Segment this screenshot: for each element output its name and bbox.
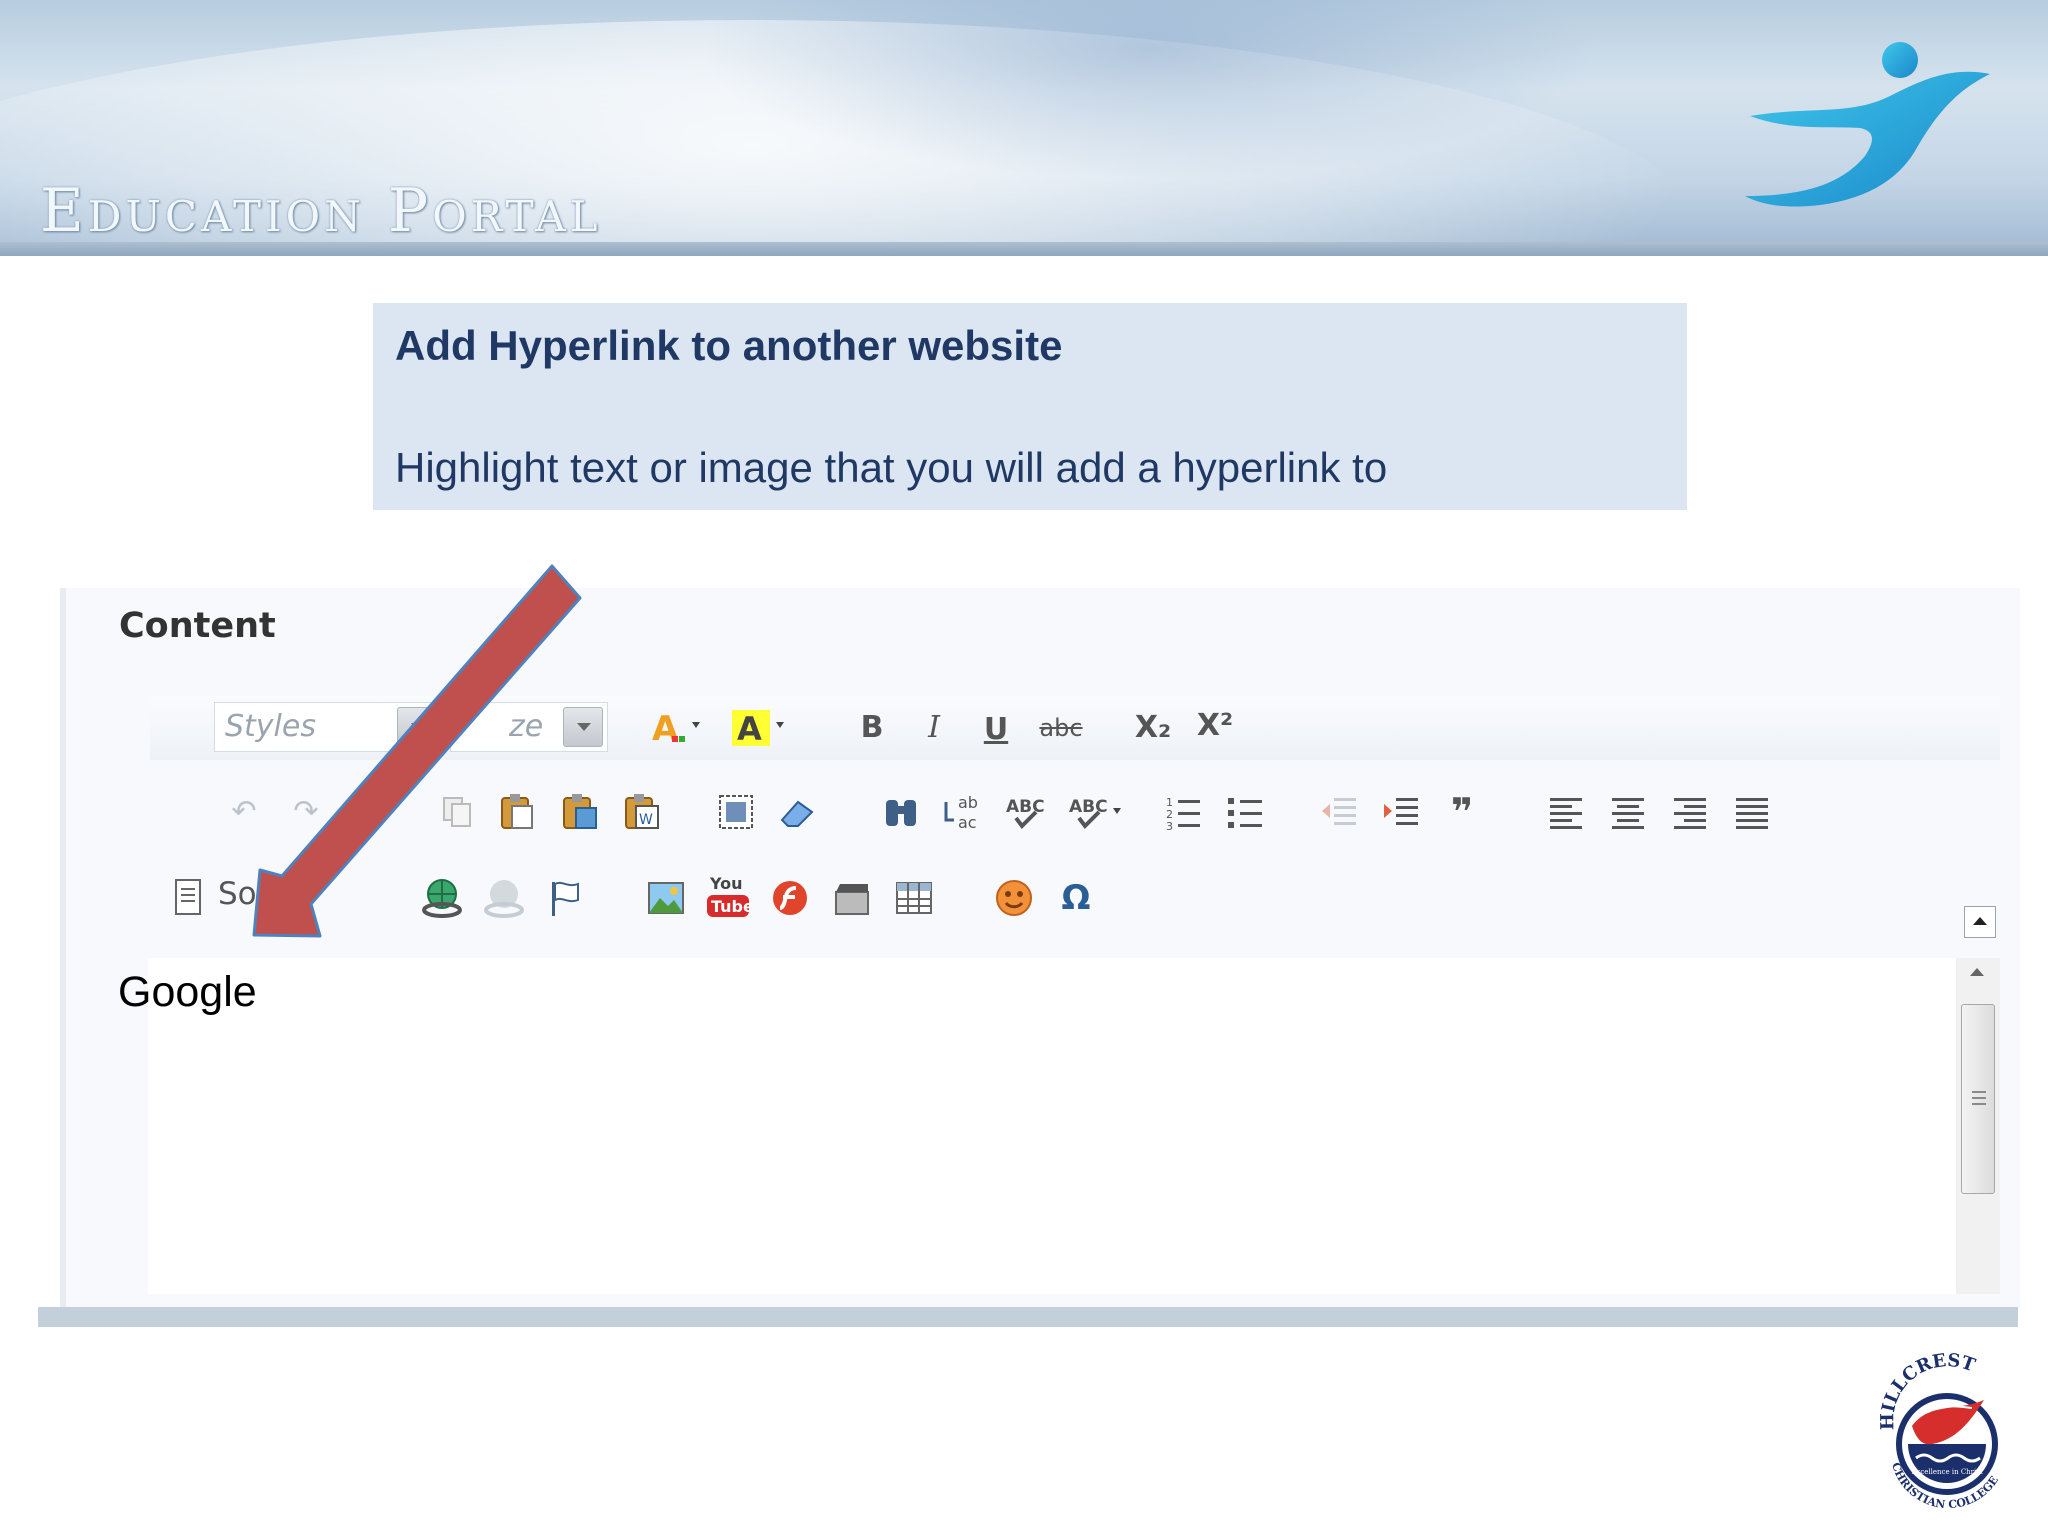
video-clapper-icon[interactable] xyxy=(830,876,874,920)
portal-figure-logo xyxy=(1745,42,1990,207)
underline-icon[interactable]: U xyxy=(974,708,1018,752)
increase-indent-icon[interactable] xyxy=(1380,790,1424,834)
editor-vertical-scrollbar[interactable] xyxy=(1956,958,2000,1294)
editor-content-area[interactable]: Google xyxy=(118,958,1958,1294)
svg-text:3: 3 xyxy=(1166,820,1173,832)
scrollbar-thumb[interactable] xyxy=(1961,1004,1995,1194)
instruction-box: Add Hyperlink to another website Highlig… xyxy=(373,303,1687,510)
svg-text:W: W xyxy=(639,812,653,828)
table-icon[interactable] xyxy=(892,876,936,920)
scrollbar-grip xyxy=(1972,1091,1986,1093)
strikethrough-icon[interactable]: abc xyxy=(1034,706,1088,750)
spellcheck-as-you-type-icon[interactable]: ABC xyxy=(1066,790,1126,834)
logo-motto: Excellence in Christ xyxy=(1911,1468,1983,1476)
select-all-icon[interactable] xyxy=(714,790,758,834)
editor-bottom-bar xyxy=(38,1307,2018,1327)
content-label: Content xyxy=(119,606,276,646)
smiley-icon[interactable] xyxy=(992,876,1036,920)
source-button-label[interactable]: So xyxy=(218,876,257,912)
toolbar-row-1: Styles ze A A B I U abc X₂ X² xyxy=(150,696,2000,760)
svg-text:ab: ab xyxy=(958,793,978,812)
superscript-icon[interactable]: X² xyxy=(1188,704,1242,748)
svg-text:A: A xyxy=(737,710,762,748)
svg-text:ABC: ABC xyxy=(1069,797,1108,817)
youtube-icon[interactable]: You Tube xyxy=(706,870,750,922)
blockquote-icon[interactable]: ❞ xyxy=(1440,790,1484,834)
rich-text-editor: Content Styles ze A A B I U abc X₂ X² ↶ … xyxy=(60,588,2020,1308)
image-icon[interactable] xyxy=(644,876,688,920)
paste-from-word-icon[interactable]: W xyxy=(620,790,664,834)
subscript-icon[interactable]: X₂ xyxy=(1126,706,1180,750)
flash-icon[interactable] xyxy=(768,876,812,920)
bold-icon[interactable]: B xyxy=(850,706,894,750)
decrease-indent-icon[interactable] xyxy=(1318,790,1362,834)
scroll-up-arrow-icon[interactable] xyxy=(1970,968,1984,976)
text-color-icon[interactable]: A xyxy=(648,706,708,750)
align-center-icon[interactable] xyxy=(1606,790,1650,834)
align-left-icon[interactable] xyxy=(1544,790,1588,834)
source-document-icon[interactable] xyxy=(166,876,210,920)
paste-icon[interactable] xyxy=(496,790,540,834)
styles-dropdown-arrow-icon[interactable] xyxy=(397,707,437,747)
paste-text-icon[interactable] xyxy=(558,790,602,834)
bulleted-list-icon[interactable] xyxy=(1224,790,1268,834)
italic-icon[interactable]: I xyxy=(912,706,956,750)
svg-text:Tube: Tube xyxy=(711,897,750,916)
size-combo[interactable]: ze xyxy=(450,702,608,752)
align-justify-icon[interactable] xyxy=(1730,790,1774,834)
instruction-body: Highlight text or image that you will ad… xyxy=(395,444,1388,491)
numbered-list-icon[interactable]: 123 xyxy=(1162,790,1206,834)
svg-text:ac: ac xyxy=(958,813,977,832)
copy-icon[interactable] xyxy=(434,790,478,834)
replace-icon[interactable]: ab ac xyxy=(942,790,986,834)
editor-content-text[interactable]: Google xyxy=(118,968,257,1017)
size-combo-label: ze xyxy=(509,709,544,744)
redo-icon[interactable]: ↷ xyxy=(284,790,328,834)
size-dropdown-arrow-icon[interactable] xyxy=(563,707,603,747)
editor-toolbar: Styles ze A A B I U abc X₂ X² ↶ ↷ W ab a… xyxy=(150,696,2000,946)
banner-title: Education Portal xyxy=(40,176,602,246)
anchor-flag-icon[interactable] xyxy=(544,876,588,920)
scrollbar-grip xyxy=(1972,1097,1986,1099)
toolbar-scroll-up-button[interactable] xyxy=(1964,906,1996,938)
instruction-title: Add Hyperlink to another website xyxy=(395,322,1063,369)
scrollbar-grip xyxy=(1972,1103,1986,1105)
header-banner: Education Portal xyxy=(0,0,2048,256)
styles-combo-label: Styles xyxy=(225,709,316,744)
undo-icon[interactable]: ↶ xyxy=(222,790,266,834)
background-color-icon[interactable]: A xyxy=(730,706,790,750)
spellcheck-icon[interactable]: ABC xyxy=(1004,790,1048,834)
find-binoculars-icon[interactable] xyxy=(880,790,924,834)
svg-text:You: You xyxy=(709,874,743,893)
special-character-omega-icon[interactable]: Ω xyxy=(1054,876,1098,920)
hillcrest-college-logo: HILLCREST CHRISTIAN COLLEGE Excellence i… xyxy=(1877,1352,2001,1511)
styles-combo[interactable]: Styles xyxy=(214,702,442,752)
unlink-icon[interactable] xyxy=(482,876,526,920)
svg-text:ABC: ABC xyxy=(1006,797,1045,817)
remove-format-eraser-icon[interactable] xyxy=(776,790,820,834)
svg-text:A: A xyxy=(652,709,679,749)
align-right-icon[interactable] xyxy=(1668,790,1712,834)
editor-left-edge xyxy=(60,588,66,1308)
link-globe-icon[interactable] xyxy=(420,876,464,920)
